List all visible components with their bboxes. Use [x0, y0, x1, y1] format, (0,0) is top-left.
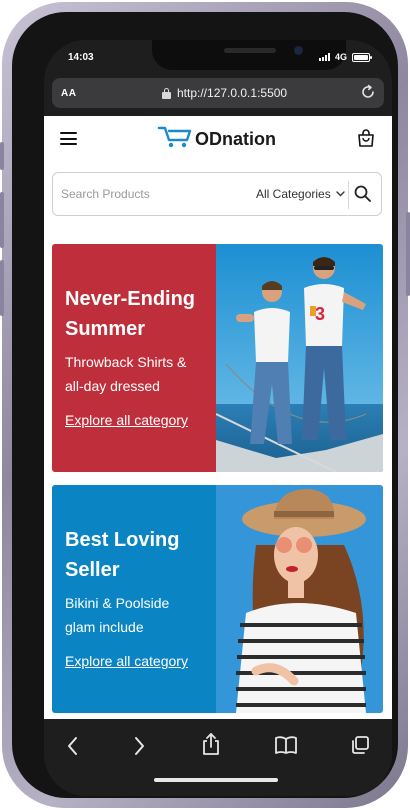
- category-label: All Categories: [256, 187, 331, 201]
- tabs-icon[interactable]: [350, 735, 370, 760]
- shopping-bag-icon[interactable]: [356, 128, 376, 153]
- search-input[interactable]: [54, 174, 244, 214]
- category-select[interactable]: All Categories: [256, 187, 345, 201]
- banner-title: Best Loving Seller: [65, 529, 180, 581]
- screen: 14:03 4G AA http://127.0.0.1:5500 ODnati…: [44, 40, 392, 796]
- text-size-button[interactable]: AA: [61, 88, 76, 99]
- logo-text: ODnation: [195, 129, 276, 149]
- promo-banner-best-seller[interactable]: Best Loving Seller Bikini & Poolside gla…: [52, 485, 383, 713]
- explore-category-link[interactable]: Explore all category: [65, 412, 188, 428]
- status-time: 14:03: [68, 52, 94, 63]
- battery-icon: [352, 52, 372, 62]
- back-arrow-icon[interactable]: [66, 735, 80, 762]
- status-indicators: 4G: [318, 52, 372, 62]
- banner-title: Never-Ending Summer: [65, 288, 196, 340]
- search-divider: [348, 181, 349, 209]
- chevron-down-icon: [336, 191, 345, 197]
- search-icon[interactable]: [353, 184, 373, 209]
- bookmarks-icon[interactable]: [274, 735, 298, 760]
- network-label: 4G: [334, 52, 347, 62]
- web-page: ODnation All Categories: [44, 116, 392, 719]
- reload-icon[interactable]: [360, 84, 376, 105]
- explore-category-link[interactable]: Explore all category: [65, 653, 188, 669]
- front-camera: [294, 46, 303, 55]
- signal-icon: [318, 53, 330, 61]
- phone-bezel: 14:03 4G AA http://127.0.0.1:5500 ODnati…: [12, 12, 398, 798]
- banner-photo-woman-in-hat: [216, 485, 383, 713]
- phone-frame: 14:03 4G AA http://127.0.0.1:5500 ODnati…: [0, 2, 410, 808]
- url-text[interactable]: http://127.0.0.1:5500: [177, 86, 287, 100]
- banner-text-panel: Never-Ending Summer Throwback Shirts & a…: [52, 244, 216, 472]
- svg-text:3: 3: [315, 304, 325, 324]
- search-bar: All Categories: [52, 172, 382, 216]
- silent-switch: [0, 142, 4, 170]
- speaker-grille: [224, 48, 276, 53]
- notch: [152, 40, 346, 70]
- hamburger-icon[interactable]: [60, 132, 77, 145]
- volume-up-button: [0, 192, 4, 248]
- banner-text-panel: Best Loving Seller Bikini & Poolside gla…: [52, 485, 216, 713]
- banner-subtitle: Bikini & Poolside glam include: [65, 595, 170, 635]
- home-indicator[interactable]: [154, 778, 278, 782]
- url-display[interactable]: http://127.0.0.1:5500: [162, 86, 287, 100]
- power-button: [406, 212, 410, 296]
- forward-arrow-icon[interactable]: [132, 735, 146, 762]
- browser-toolbar: [44, 719, 392, 796]
- lock-icon: [162, 87, 171, 99]
- volume-down-button: [0, 260, 4, 316]
- site-logo[interactable]: ODnation: [157, 124, 276, 155]
- url-bar[interactable]: AA http://127.0.0.1:5500: [52, 78, 384, 108]
- banner-subtitle: Throwback Shirts & all-day dressed: [65, 354, 187, 394]
- share-icon[interactable]: [201, 732, 221, 761]
- cart-logo-icon: [157, 124, 193, 155]
- promo-banner-summer[interactable]: Never-Ending Summer Throwback Shirts & a…: [52, 244, 383, 472]
- banner-photo-men-on-boat: 3: [215, 244, 383, 472]
